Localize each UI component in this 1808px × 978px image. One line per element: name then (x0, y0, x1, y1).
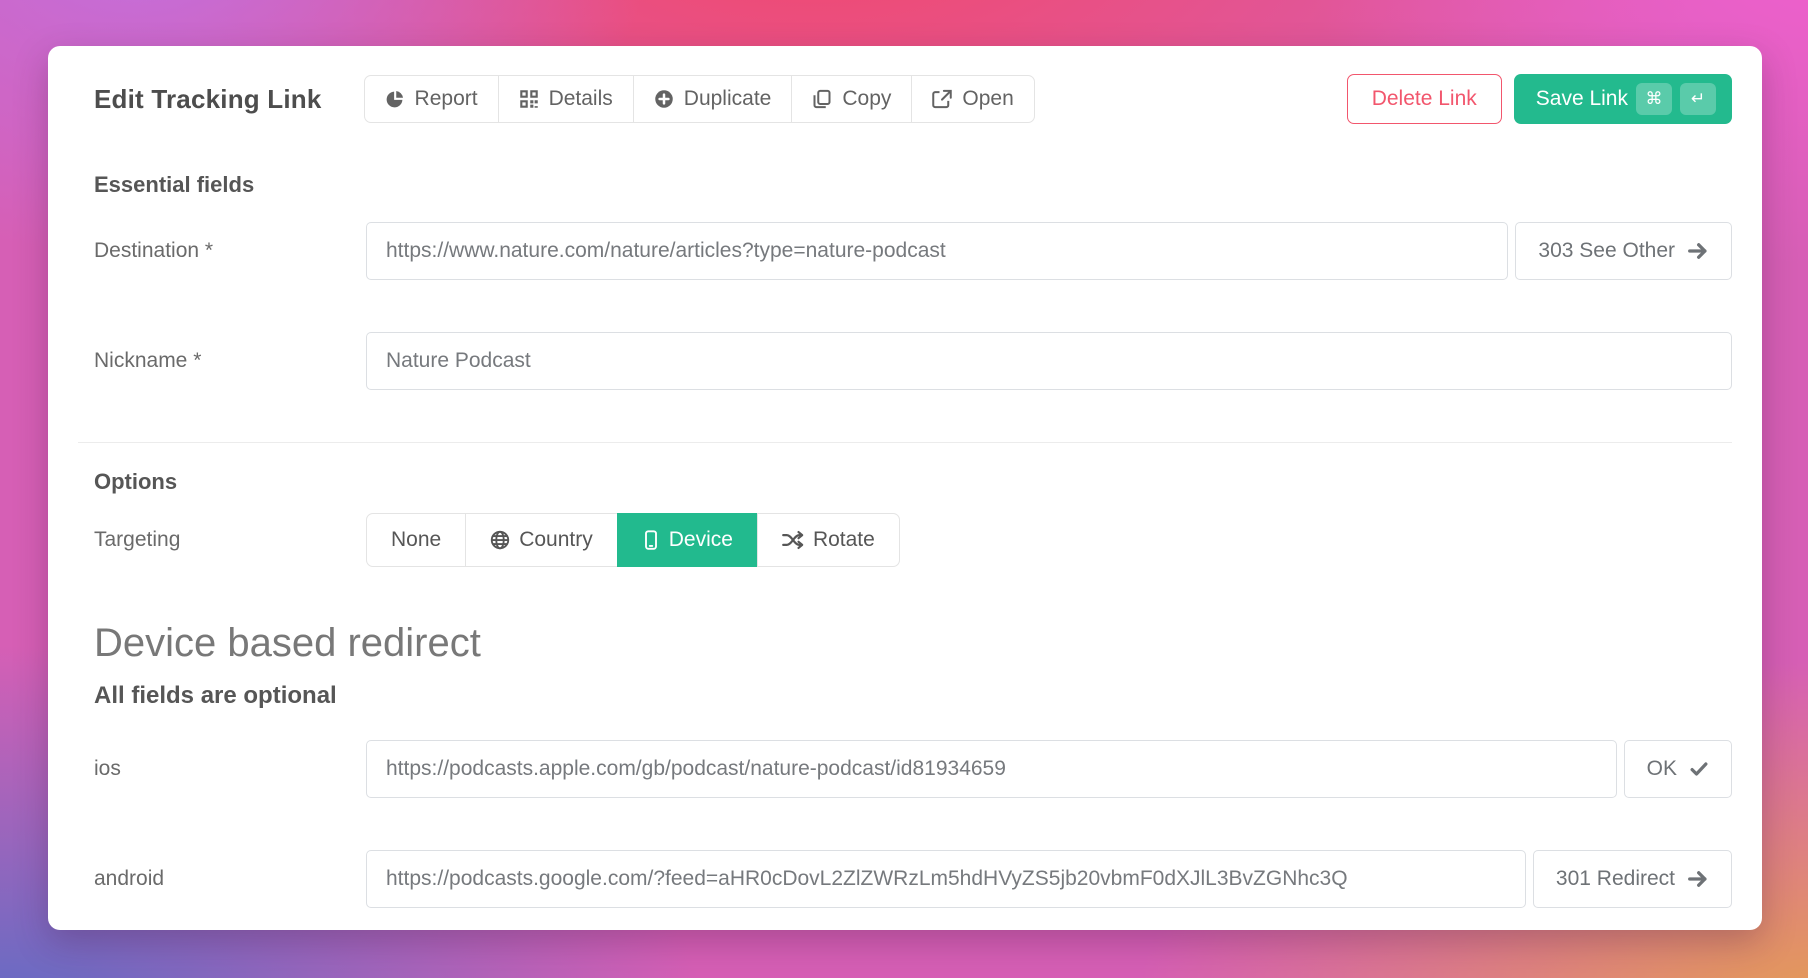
command-key-icon: ⌘ (1636, 83, 1672, 115)
open-button[interactable]: Open (911, 75, 1034, 123)
ios-status-label: OK (1647, 757, 1677, 781)
details-button-label: Details (549, 87, 613, 111)
page-title: Edit Tracking Link (94, 84, 322, 115)
plus-circle-icon (654, 89, 674, 109)
section-divider (78, 442, 1732, 443)
android-control: 301 Redirect (366, 850, 1732, 908)
arrow-right-icon (1687, 868, 1709, 890)
destination-label: Destination * (94, 239, 366, 263)
link-action-toolbar: Report Details Duplicate Copy (364, 75, 1035, 123)
external-link-icon (932, 89, 952, 109)
device-redirect-subheading: All fields are optional (94, 682, 1732, 710)
targeting-device-label: Device (669, 528, 733, 552)
destination-redirect-type-button[interactable]: 303 See Other (1515, 222, 1732, 280)
ios-url-input[interactable] (366, 740, 1617, 798)
targeting-label: Targeting (94, 528, 366, 552)
shuffle-icon (782, 530, 804, 550)
copy-icon (812, 89, 832, 109)
destination-redirect-type-label: 303 See Other (1538, 239, 1675, 263)
destination-control: 303 See Other (366, 222, 1732, 280)
targeting-rotate-label: Rotate (813, 528, 875, 552)
options-heading: Options (94, 469, 1732, 495)
mobile-icon (642, 530, 660, 550)
report-button[interactable]: Report (364, 75, 499, 123)
android-label: android (94, 867, 366, 891)
return-key-icon: ↵ (1680, 83, 1716, 115)
copy-button-label: Copy (842, 87, 891, 111)
ios-status-badge[interactable]: OK (1624, 740, 1732, 798)
save-link-button-label: Save Link (1536, 87, 1628, 111)
device-redirect-heading: Device based redirect (94, 621, 1732, 666)
arrow-right-icon (1687, 240, 1709, 262)
nickname-control (366, 332, 1732, 390)
qr-code-icon (519, 89, 539, 109)
essential-fields-heading: Essential fields (94, 172, 1732, 198)
android-redirect-type-button[interactable]: 301 Redirect (1533, 850, 1732, 908)
edit-tracking-link-card: Edit Tracking Link Report Details Duplic… (48, 46, 1762, 930)
targeting-none-button[interactable]: None (366, 513, 466, 567)
duplicate-button-label: Duplicate (684, 87, 772, 111)
nickname-label: Nickname * (94, 349, 366, 373)
ios-row: ios OK (94, 740, 1732, 798)
header: Edit Tracking Link Report Details Duplic… (78, 46, 1732, 124)
targeting-country-label: Country (519, 528, 593, 552)
destination-row: Destination * 303 See Other (94, 222, 1732, 280)
android-row: android 301 Redirect (94, 850, 1732, 908)
copy-button[interactable]: Copy (791, 75, 912, 123)
targeting-device-button[interactable]: Device (617, 513, 758, 567)
targeting-none-label: None (391, 528, 441, 552)
duplicate-button[interactable]: Duplicate (633, 75, 793, 123)
targeting-button-group: None Country Device Rotate (366, 513, 900, 567)
targeting-row: Targeting None Country Device (94, 513, 1732, 567)
targeting-rotate-button[interactable]: Rotate (757, 513, 900, 567)
destination-input[interactable] (366, 222, 1508, 280)
ios-label: ios (94, 757, 366, 781)
android-redirect-type-label: 301 Redirect (1556, 867, 1675, 891)
report-button-label: Report (415, 87, 478, 111)
targeting-country-button[interactable]: Country (465, 513, 618, 567)
open-button-label: Open (962, 87, 1013, 111)
globe-icon (490, 530, 510, 550)
save-link-button[interactable]: Save Link ⌘ ↵ (1514, 74, 1732, 124)
details-button[interactable]: Details (498, 75, 634, 123)
nickname-input[interactable] (366, 332, 1732, 390)
check-icon (1689, 759, 1709, 779)
delete-link-button[interactable]: Delete Link (1347, 74, 1502, 124)
android-url-input[interactable] (366, 850, 1526, 908)
pie-chart-icon (385, 89, 405, 109)
ios-control: OK (366, 740, 1732, 798)
nickname-row: Nickname * (94, 332, 1732, 390)
